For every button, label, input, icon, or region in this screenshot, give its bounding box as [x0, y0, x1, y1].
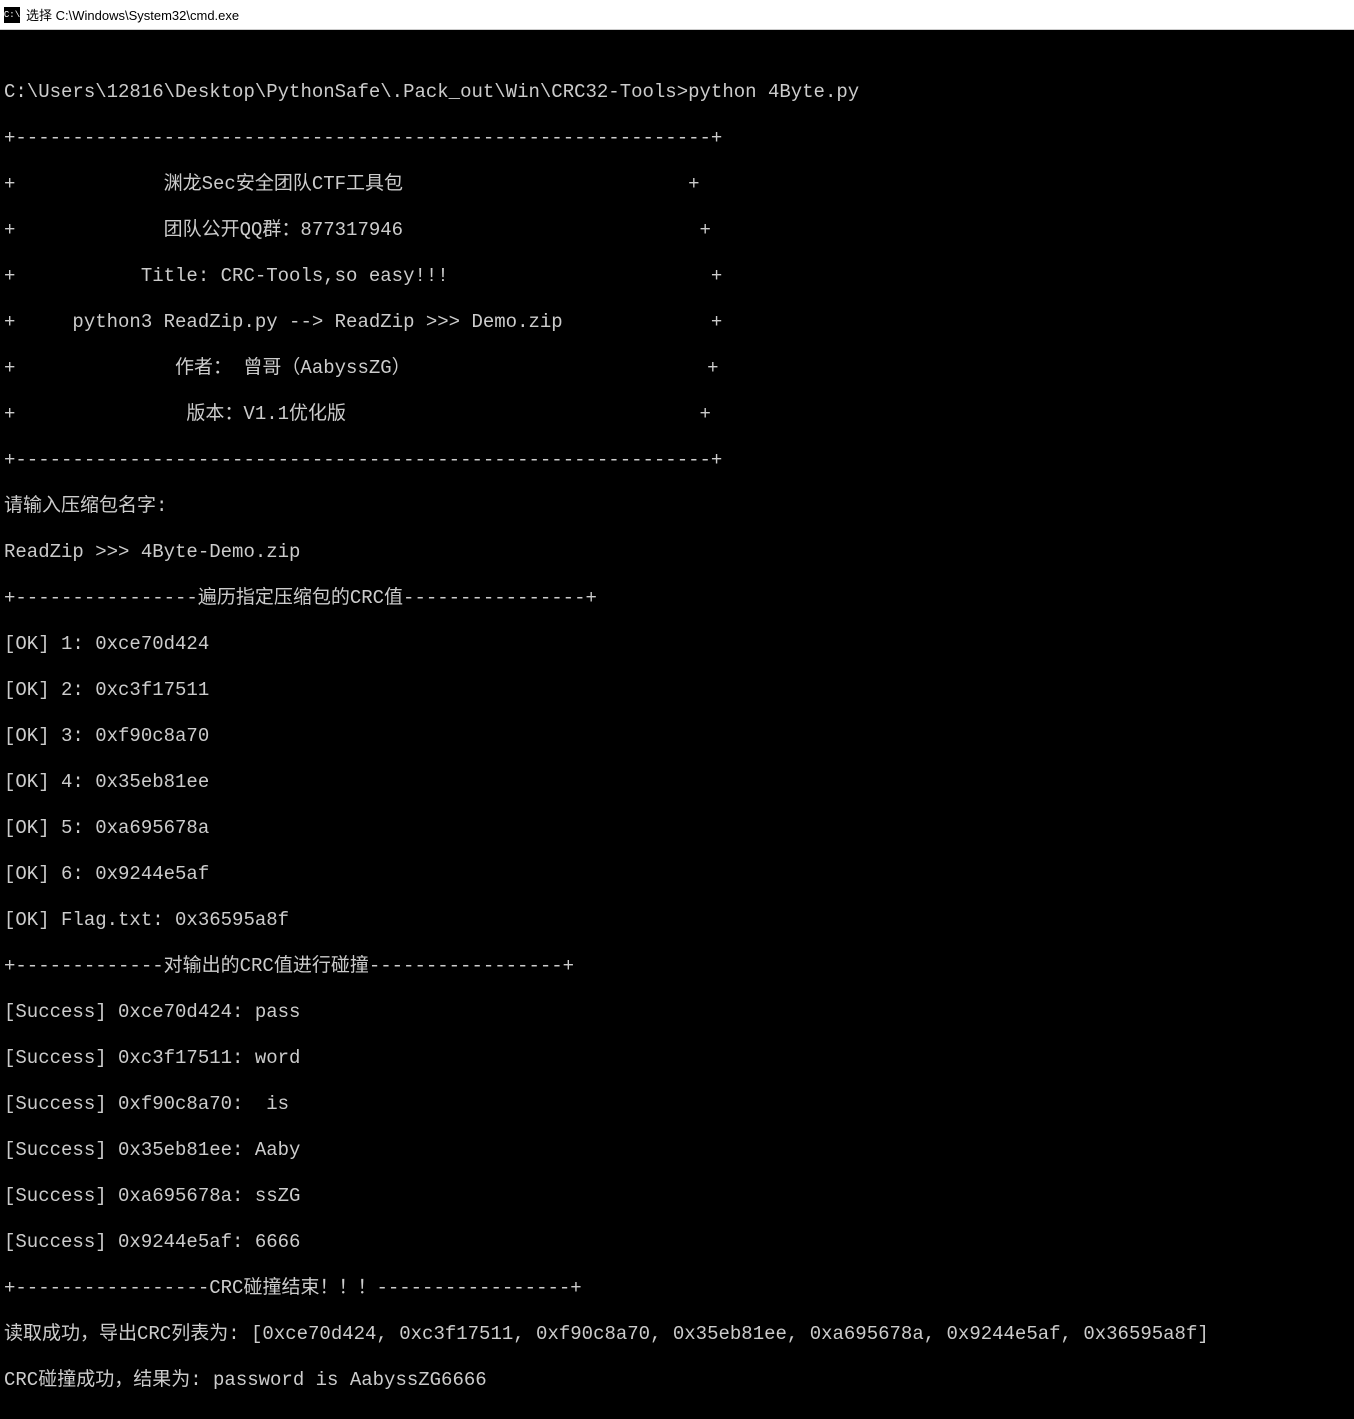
- readzip-input-line: ReadZip >>> 4Byte-Demo.zip: [4, 541, 1350, 564]
- cmd-icon: C:\: [4, 7, 20, 23]
- crc-entry: [OK] 3: 0xf90c8a70: [4, 725, 1350, 748]
- prompt-command: python 4Byte.py: [688, 81, 859, 103]
- crc-entry: [OK] 1: 0xce70d424: [4, 633, 1350, 656]
- crc-entry: [OK] 4: 0x35eb81ee: [4, 771, 1350, 794]
- banner-line-3: + Title: CRC-Tools,so easy!!! +: [4, 265, 1350, 288]
- crc-entry: [OK] 5: 0xa695678a: [4, 817, 1350, 840]
- banner-line-4: + python3 ReadZip.py --> ReadZip >>> Dem…: [4, 311, 1350, 334]
- banner-line-1: + 渊龙Sec安全团队CTF工具包 +: [4, 173, 1350, 196]
- window-titlebar[interactable]: C:\ 选择 C:\Windows\System32\cmd.exe: [0, 0, 1354, 30]
- crc-entry: [OK] 6: 0x9244e5af: [4, 863, 1350, 886]
- success-entry: [Success] 0x9244e5af: 6666: [4, 1231, 1350, 1254]
- banner-line-6: + 版本：V1.1优化版 +: [4, 403, 1350, 426]
- result-password: CRC碰撞成功，结果为: password is AabyssZG6666: [4, 1369, 1350, 1392]
- crc-entry: [OK] 2: 0xc3f17511: [4, 679, 1350, 702]
- success-entry: [Success] 0xf90c8a70: is: [4, 1093, 1350, 1116]
- success-entry: [Success] 0xc3f17511: word: [4, 1047, 1350, 1070]
- crc-entry: [OK] Flag.txt: 0x36595a8f: [4, 909, 1350, 932]
- prompt-path: C:\Users\12816\Desktop\PythonSafe\.Pack_…: [4, 81, 688, 103]
- section-header-end: +-----------------CRC碰撞结束！！！------------…: [4, 1277, 1350, 1300]
- success-entry: [Success] 0xa695678a: ssZG: [4, 1185, 1350, 1208]
- banner-border-bottom: +---------------------------------------…: [4, 449, 1350, 472]
- banner-line-5: + 作者： 曾哥（AabyssZG） +: [4, 357, 1350, 380]
- section-header-crc-list: +----------------遍历指定压缩包的CRC值-----------…: [4, 587, 1350, 610]
- section-header-collision: +-------------对输出的CRC值进行碰撞--------------…: [4, 955, 1350, 978]
- banner-line-2: + 团队公开QQ群：877317946 +: [4, 219, 1350, 242]
- prompt-line: C:\Users\12816\Desktop\PythonSafe\.Pack_…: [4, 81, 1350, 104]
- result-crc-list: 读取成功，导出CRC列表为: [0xce70d424, 0xc3f17511, …: [4, 1323, 1350, 1346]
- success-entry: [Success] 0xce70d424: pass: [4, 1001, 1350, 1024]
- banner-border-top: +---------------------------------------…: [4, 127, 1350, 150]
- window-title: 选择 C:\Windows\System32\cmd.exe: [26, 5, 239, 24]
- input-prompt-label: 请输入压缩包名字:: [4, 495, 1350, 518]
- success-entry: [Success] 0x35eb81ee: Aaby: [4, 1139, 1350, 1162]
